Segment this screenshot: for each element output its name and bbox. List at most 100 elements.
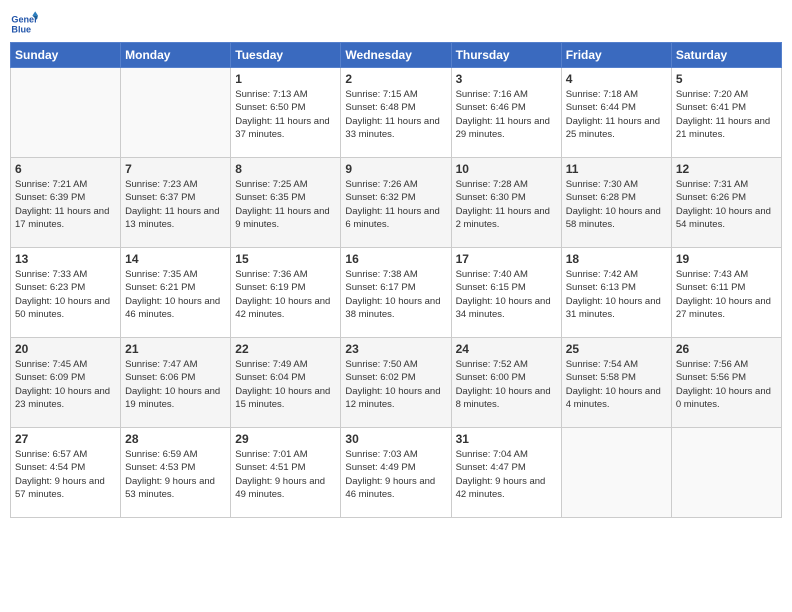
calendar-week-row: 20 Sunrise: 7:45 AM Sunset: 6:09 PM Dayli… bbox=[11, 338, 782, 428]
day-number: 11 bbox=[566, 162, 667, 176]
days-of-week-row: SundayMondayTuesdayWednesdayThursdayFrid… bbox=[11, 43, 782, 68]
day-info: Sunrise: 6:59 AM Sunset: 4:53 PM Dayligh… bbox=[125, 448, 226, 501]
day-info: Sunrise: 6:57 AM Sunset: 4:54 PM Dayligh… bbox=[15, 448, 116, 501]
day-info: Sunrise: 7:42 AM Sunset: 6:13 PM Dayligh… bbox=[566, 268, 667, 321]
day-info: Sunrise: 7:52 AM Sunset: 6:00 PM Dayligh… bbox=[456, 358, 557, 411]
dow-header-cell: Thursday bbox=[451, 43, 561, 68]
day-info: Sunrise: 7:26 AM Sunset: 6:32 PM Dayligh… bbox=[345, 178, 446, 231]
day-info: Sunrise: 7:04 AM Sunset: 4:47 PM Dayligh… bbox=[456, 448, 557, 501]
day-info: Sunrise: 7:18 AM Sunset: 6:44 PM Dayligh… bbox=[566, 88, 667, 141]
day-number: 3 bbox=[456, 72, 557, 86]
day-number: 30 bbox=[345, 432, 446, 446]
calendar-cell: 24 Sunrise: 7:52 AM Sunset: 6:00 PM Dayli… bbox=[451, 338, 561, 428]
calendar-cell bbox=[121, 68, 231, 158]
day-number: 23 bbox=[345, 342, 446, 356]
calendar-cell: 28 Sunrise: 6:59 AM Sunset: 4:53 PM Dayli… bbox=[121, 428, 231, 518]
day-number: 1 bbox=[235, 72, 336, 86]
calendar-cell: 7Sunrise: 7:23 AM Sunset: 6:37 PM Daylig… bbox=[121, 158, 231, 248]
day-info: Sunrise: 7:20 AM Sunset: 6:41 PM Dayligh… bbox=[676, 88, 777, 141]
day-number: 16 bbox=[345, 252, 446, 266]
day-info: Sunrise: 7:25 AM Sunset: 6:35 PM Dayligh… bbox=[235, 178, 336, 231]
day-number: 14 bbox=[125, 252, 226, 266]
day-info: Sunrise: 7:15 AM Sunset: 6:48 PM Dayligh… bbox=[345, 88, 446, 141]
calendar-cell: 6Sunrise: 7:21 AM Sunset: 6:39 PM Daylig… bbox=[11, 158, 121, 248]
calendar-cell: 31 Sunrise: 7:04 AM Sunset: 4:47 PM Dayli… bbox=[451, 428, 561, 518]
calendar-cell: 16 Sunrise: 7:38 AM Sunset: 6:17 PM Dayli… bbox=[341, 248, 451, 338]
calendar-cell: 27Sunrise: 6:57 AM Sunset: 4:54 PM Dayli… bbox=[11, 428, 121, 518]
calendar-cell bbox=[671, 428, 781, 518]
calendar-cell: 12Sunrise: 7:31 AM Sunset: 6:26 PM Dayli… bbox=[671, 158, 781, 248]
calendar-cell: 29Sunrise: 7:01 AM Sunset: 4:51 PM Dayli… bbox=[231, 428, 341, 518]
calendar-cell bbox=[561, 428, 671, 518]
day-info: Sunrise: 7:54 AM Sunset: 5:58 PM Dayligh… bbox=[566, 358, 667, 411]
calendar-cell: 15 Sunrise: 7:36 AM Sunset: 6:19 PM Dayli… bbox=[231, 248, 341, 338]
calendar-cell: 23 Sunrise: 7:50 AM Sunset: 6:02 PM Dayli… bbox=[341, 338, 451, 428]
calendar-cell: 3 Sunrise: 7:16 AM Sunset: 6:46 PM Daylig… bbox=[451, 68, 561, 158]
calendar-cell: 2 Sunrise: 7:15 AM Sunset: 6:48 PM Daylig… bbox=[341, 68, 451, 158]
logo: General Blue bbox=[10, 10, 38, 38]
calendar-week-row: 27Sunrise: 6:57 AM Sunset: 4:54 PM Dayli… bbox=[11, 428, 782, 518]
day-info: Sunrise: 7:38 AM Sunset: 6:17 PM Dayligh… bbox=[345, 268, 446, 321]
day-info: Sunrise: 7:45 AM Sunset: 6:09 PM Dayligh… bbox=[15, 358, 116, 411]
day-number: 31 bbox=[456, 432, 557, 446]
day-number: 17 bbox=[456, 252, 557, 266]
day-number: 20 bbox=[15, 342, 116, 356]
day-info: Sunrise: 7:50 AM Sunset: 6:02 PM Dayligh… bbox=[345, 358, 446, 411]
day-info: Sunrise: 7:56 AM Sunset: 5:56 PM Dayligh… bbox=[676, 358, 777, 411]
calendar-cell: 25Sunrise: 7:54 AM Sunset: 5:58 PM Dayli… bbox=[561, 338, 671, 428]
calendar-cell: 17 Sunrise: 7:40 AM Sunset: 6:15 PM Dayli… bbox=[451, 248, 561, 338]
day-info: Sunrise: 7:28 AM Sunset: 6:30 PM Dayligh… bbox=[456, 178, 557, 231]
day-info: Sunrise: 7:40 AM Sunset: 6:15 PM Dayligh… bbox=[456, 268, 557, 321]
day-number: 2 bbox=[345, 72, 446, 86]
dow-header-cell: Sunday bbox=[11, 43, 121, 68]
calendar-cell: 26 Sunrise: 7:56 AM Sunset: 5:56 PM Dayli… bbox=[671, 338, 781, 428]
day-info: Sunrise: 7:33 AM Sunset: 6:23 PM Dayligh… bbox=[15, 268, 116, 321]
day-info: Sunrise: 7:03 AM Sunset: 4:49 PM Dayligh… bbox=[345, 448, 446, 501]
svg-text:Blue: Blue bbox=[11, 24, 31, 34]
day-number: 21 bbox=[125, 342, 226, 356]
day-number: 12 bbox=[676, 162, 777, 176]
day-number: 19 bbox=[676, 252, 777, 266]
day-info: Sunrise: 7:35 AM Sunset: 6:21 PM Dayligh… bbox=[125, 268, 226, 321]
day-info: Sunrise: 7:49 AM Sunset: 6:04 PM Dayligh… bbox=[235, 358, 336, 411]
calendar-cell: 30 Sunrise: 7:03 AM Sunset: 4:49 PM Dayli… bbox=[341, 428, 451, 518]
calendar-body: 1 Sunrise: 7:13 AM Sunset: 6:50 PM Daylig… bbox=[11, 68, 782, 518]
day-number: 26 bbox=[676, 342, 777, 356]
calendar-cell: 13Sunrise: 7:33 AM Sunset: 6:23 PM Dayli… bbox=[11, 248, 121, 338]
day-number: 28 bbox=[125, 432, 226, 446]
day-number: 10 bbox=[456, 162, 557, 176]
day-info: Sunrise: 7:30 AM Sunset: 6:28 PM Dayligh… bbox=[566, 178, 667, 231]
calendar-week-row: 13Sunrise: 7:33 AM Sunset: 6:23 PM Dayli… bbox=[11, 248, 782, 338]
day-number: 4 bbox=[566, 72, 667, 86]
calendar-cell: 21 Sunrise: 7:47 AM Sunset: 6:06 PM Dayli… bbox=[121, 338, 231, 428]
day-number: 8 bbox=[235, 162, 336, 176]
day-number: 22 bbox=[235, 342, 336, 356]
logo-icon: General Blue bbox=[10, 10, 38, 38]
calendar-cell bbox=[11, 68, 121, 158]
calendar-cell: 5Sunrise: 7:20 AM Sunset: 6:41 PM Daylig… bbox=[671, 68, 781, 158]
calendar-week-row: 1 Sunrise: 7:13 AM Sunset: 6:50 PM Daylig… bbox=[11, 68, 782, 158]
day-info: Sunrise: 7:47 AM Sunset: 6:06 PM Dayligh… bbox=[125, 358, 226, 411]
day-info: Sunrise: 7:16 AM Sunset: 6:46 PM Dayligh… bbox=[456, 88, 557, 141]
calendar-cell: 22 Sunrise: 7:49 AM Sunset: 6:04 PM Dayli… bbox=[231, 338, 341, 428]
dow-header-cell: Tuesday bbox=[231, 43, 341, 68]
day-number: 6 bbox=[15, 162, 116, 176]
day-number: 7 bbox=[125, 162, 226, 176]
calendar-cell: 10 Sunrise: 7:28 AM Sunset: 6:30 PM Dayli… bbox=[451, 158, 561, 248]
calendar-cell: 9 Sunrise: 7:26 AM Sunset: 6:32 PM Daylig… bbox=[341, 158, 451, 248]
calendar-cell: 11 Sunrise: 7:30 AM Sunset: 6:28 PM Dayli… bbox=[561, 158, 671, 248]
day-info: Sunrise: 7:36 AM Sunset: 6:19 PM Dayligh… bbox=[235, 268, 336, 321]
header: General Blue bbox=[10, 10, 782, 38]
calendar-cell: 14 Sunrise: 7:35 AM Sunset: 6:21 PM Dayli… bbox=[121, 248, 231, 338]
dow-header-cell: Wednesday bbox=[341, 43, 451, 68]
day-number: 9 bbox=[345, 162, 446, 176]
calendar-table: SundayMondayTuesdayWednesdayThursdayFrid… bbox=[10, 42, 782, 518]
day-info: Sunrise: 7:13 AM Sunset: 6:50 PM Dayligh… bbox=[235, 88, 336, 141]
dow-header-cell: Saturday bbox=[671, 43, 781, 68]
calendar-week-row: 6Sunrise: 7:21 AM Sunset: 6:39 PM Daylig… bbox=[11, 158, 782, 248]
day-number: 24 bbox=[456, 342, 557, 356]
day-number: 15 bbox=[235, 252, 336, 266]
calendar-cell: 4 Sunrise: 7:18 AM Sunset: 6:44 PM Daylig… bbox=[561, 68, 671, 158]
dow-header-cell: Friday bbox=[561, 43, 671, 68]
calendar-cell: 19Sunrise: 7:43 AM Sunset: 6:11 PM Dayli… bbox=[671, 248, 781, 338]
